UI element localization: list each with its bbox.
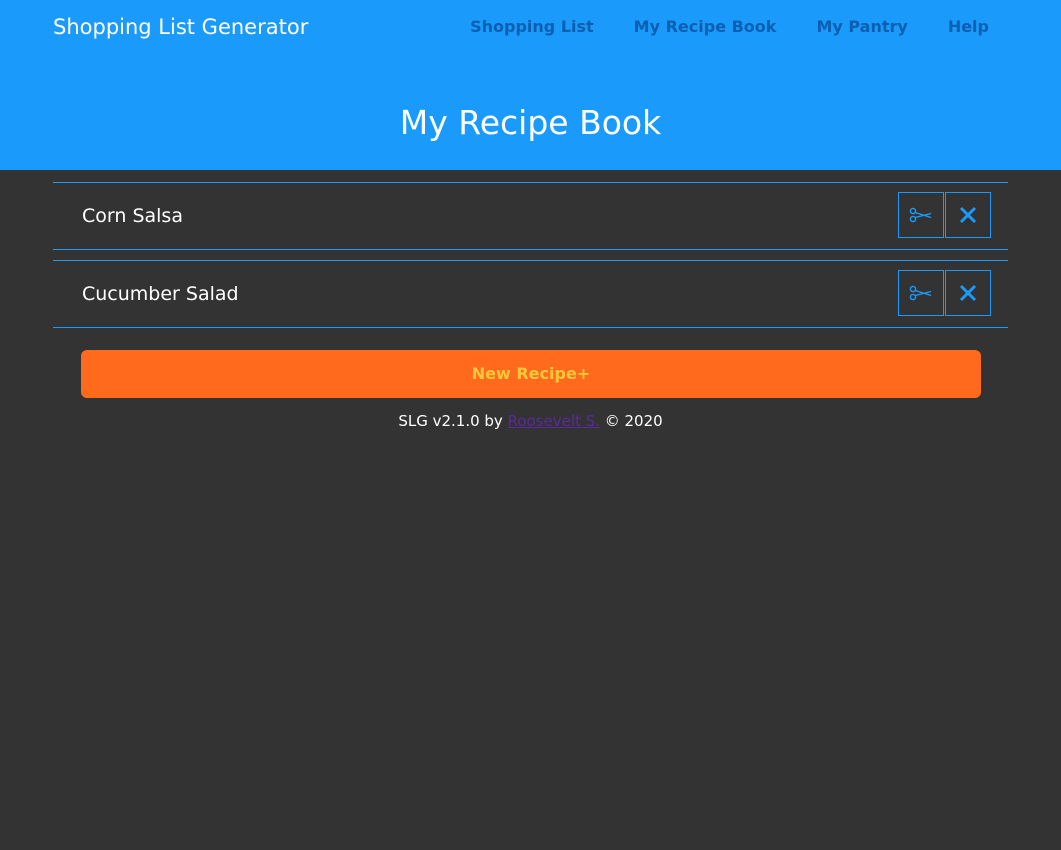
- nav-help[interactable]: Help: [948, 15, 989, 39]
- nav-my-recipe-book[interactable]: My Recipe Book: [634, 15, 777, 39]
- author-link[interactable]: Roosevelt S.: [508, 412, 600, 430]
- delete-recipe-button[interactable]: [945, 192, 991, 238]
- scissors-icon: [909, 285, 932, 301]
- recipe-row: Cucumber Salad: [53, 260, 1008, 328]
- new-recipe-button[interactable]: New Recipe+: [81, 350, 981, 398]
- nav-shopping-list[interactable]: Shopping List: [470, 15, 594, 39]
- edit-recipe-button[interactable]: [898, 192, 944, 238]
- recipe-actions: [898, 270, 991, 316]
- scissors-icon: [909, 207, 932, 223]
- top-header: Shopping List Generator Shopping List My…: [0, 0, 1061, 170]
- close-icon: [959, 206, 977, 224]
- close-icon: [959, 284, 977, 302]
- recipe-name[interactable]: Cucumber Salad: [82, 281, 239, 307]
- main-nav: Shopping List My Recipe Book My Pantry H…: [470, 15, 989, 39]
- recipe-name[interactable]: Corn Salsa: [82, 203, 183, 229]
- edit-recipe-button[interactable]: [898, 270, 944, 316]
- recipe-list: Corn Salsa Cucumber Salad: [53, 182, 1008, 338]
- delete-recipe-button[interactable]: [945, 270, 991, 316]
- recipe-row: Corn Salsa: [53, 182, 1008, 250]
- app-brand[interactable]: Shopping List Generator: [53, 13, 308, 41]
- footer-version: SLG v2.1.0 by: [398, 412, 503, 430]
- footer-copyright: © 2020: [604, 412, 663, 430]
- nav-my-pantry[interactable]: My Pantry: [816, 15, 907, 39]
- recipe-actions: [898, 192, 991, 238]
- page-title: My Recipe Book: [399, 103, 662, 142]
- footer: SLG v2.1.0 by Roosevelt S. © 2020: [0, 410, 1061, 432]
